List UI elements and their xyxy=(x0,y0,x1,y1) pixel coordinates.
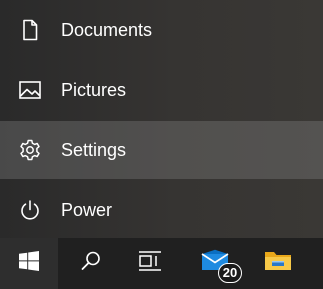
task-view-button[interactable] xyxy=(121,238,179,289)
menu-item-documents[interactable]: Documents xyxy=(0,1,323,59)
windows-logo-icon xyxy=(19,251,39,276)
file-explorer-button[interactable] xyxy=(250,238,306,289)
menu-item-label: Pictures xyxy=(61,80,127,100)
task-view-icon xyxy=(138,250,162,277)
file-explorer-icon xyxy=(263,248,293,279)
menu-item-settings[interactable]: Settings xyxy=(0,121,323,179)
menu-item-label: Documents xyxy=(61,20,153,40)
taskbar: 20 xyxy=(0,238,323,289)
search-button[interactable] xyxy=(62,238,120,289)
menu-item-pictures[interactable]: Pictures xyxy=(0,61,323,119)
start-button[interactable] xyxy=(0,238,58,289)
menu-item-label: Power xyxy=(61,200,113,220)
pictures-icon xyxy=(18,78,42,102)
mail-unread-badge: 20 xyxy=(218,263,242,283)
menu-item-power[interactable]: Power xyxy=(0,181,323,239)
power-icon xyxy=(18,198,42,222)
gear-icon xyxy=(18,138,42,162)
start-menu-panel: Documents Pictures Settings Power xyxy=(0,0,323,238)
search-icon xyxy=(80,250,102,277)
start-menu-window: Documents Pictures Settings Power 20 xyxy=(0,0,323,289)
document-icon xyxy=(18,18,42,42)
menu-item-label: Settings xyxy=(61,140,127,160)
